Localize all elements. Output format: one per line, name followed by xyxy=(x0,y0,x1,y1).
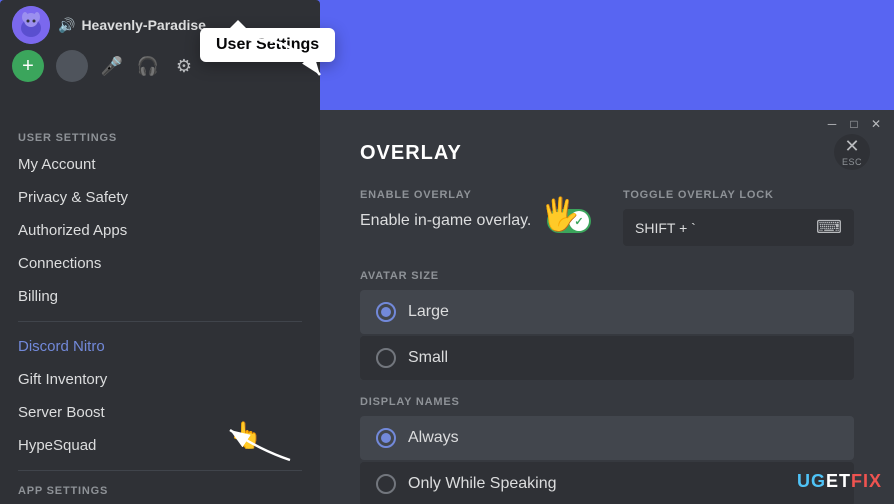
sidebar-label-hypesquad: HypeSquad xyxy=(18,437,96,454)
watermark: UGETFIX xyxy=(797,471,882,492)
enable-overlay-group: ENABLE OVERLAY Enable in-game overlay. ✓ xyxy=(360,189,591,246)
sidebar-label-gift-inventory: Gift Inventory xyxy=(18,371,107,388)
close-window-button[interactable]: ✕ xyxy=(866,114,886,134)
sidebar-label-my-account: My Account xyxy=(18,156,96,173)
toggle-check-icon: ✓ xyxy=(574,215,583,228)
sidebar-item-my-account[interactable]: My Account xyxy=(8,148,312,181)
sidebar-label-authorized-apps: Authorized Apps xyxy=(18,222,127,239)
enable-overlay-row: ENABLE OVERLAY Enable in-game overlay. ✓… xyxy=(360,189,854,246)
microphone-icon[interactable]: 🎤 xyxy=(100,54,124,78)
avatar-image xyxy=(12,6,50,44)
arrow-annotation xyxy=(240,30,340,90)
radio-small-circle xyxy=(376,348,396,368)
avatar-small-label: Small xyxy=(408,349,448,367)
avatar xyxy=(12,6,50,44)
toggle-knob: ✓ xyxy=(569,211,589,231)
keybind-text: SHIFT + ` xyxy=(635,220,696,236)
display-names-label: DISPLAY NAMES xyxy=(360,396,854,408)
sidebar-divider-2 xyxy=(18,470,302,471)
sidebar-item-authorized-apps[interactable]: Authorized Apps xyxy=(8,214,312,247)
radio-speaking-circle xyxy=(376,474,396,494)
sidebar-label-connections: Connections xyxy=(18,255,101,272)
enable-overlay-label: ENABLE OVERLAY xyxy=(360,189,591,201)
toggle-lock-group: TOGGLE OVERLAY LOCK SHIFT + ` ⌨ xyxy=(623,189,854,246)
avatar-size-label: AVATAR SIZE xyxy=(360,270,854,282)
toggle-lock-label: TOGGLE OVERLAY LOCK xyxy=(623,189,854,201)
sidebar-item-discord-nitro[interactable]: Discord Nitro xyxy=(8,330,312,363)
arrow-annotation-2 xyxy=(220,420,300,470)
watermark-ug: UG xyxy=(797,471,826,491)
radio-large-dot xyxy=(381,307,391,317)
close-esc-button[interactable]: ✕ ESC xyxy=(834,134,870,170)
sidebar-label-server-boost: Server Boost xyxy=(18,404,105,421)
add-server-button[interactable]: + xyxy=(12,50,44,82)
close-x-icon: ✕ xyxy=(844,137,859,155)
sidebar-label-discord-nitro: Discord Nitro xyxy=(18,338,105,355)
avatar-large-option[interactable]: Large xyxy=(360,290,854,334)
page-title: OVERLAY xyxy=(360,142,854,165)
volume-icon: 🔊 xyxy=(58,17,75,34)
radio-always-circle xyxy=(376,428,396,448)
radio-large-circle xyxy=(376,302,396,322)
avatar-large-label: Large xyxy=(408,303,449,321)
sidebar-divider-1 xyxy=(18,321,302,322)
main-content: ─ □ ✕ ✕ ESC OVERLAY ENABLE OVERLAY Enabl… xyxy=(320,110,894,504)
display-always-option[interactable]: Always xyxy=(360,416,854,460)
minimize-button[interactable]: ─ xyxy=(822,114,842,134)
settings-gear-icon[interactable]: ⚙ xyxy=(172,54,196,78)
display-always-label: Always xyxy=(408,429,459,447)
display-speaking-option[interactable]: Only While Speaking xyxy=(360,462,854,504)
keybind-box[interactable]: SHIFT + ` ⌨ xyxy=(623,209,854,246)
radio-always-dot xyxy=(381,433,391,443)
watermark-fix: FIX xyxy=(851,471,882,491)
headset-icon[interactable]: 🎧 xyxy=(136,54,160,78)
maximize-button[interactable]: □ xyxy=(844,114,864,134)
toggle-row: Enable in-game overlay. ✓ xyxy=(360,209,591,233)
user-settings-section-label: USER SETTINGS xyxy=(8,126,312,148)
overlay-toggle[interactable]: ✓ xyxy=(547,209,591,233)
settings-panel: USER SETTINGS My Account Privacy & Safet… xyxy=(0,110,894,504)
username: Heavenly-Paradise xyxy=(81,17,206,33)
esc-label: ESC xyxy=(842,157,862,167)
sidebar-item-privacy-safety[interactable]: Privacy & Safety xyxy=(8,181,312,214)
app-settings-section-label: APP SETTINGS xyxy=(8,479,312,501)
sidebar-item-billing[interactable]: Billing xyxy=(8,280,312,313)
sidebar-label-billing: Billing xyxy=(18,288,58,305)
user-avatar-small xyxy=(56,50,88,82)
enable-ingame-label: Enable in-game overlay. xyxy=(360,212,531,230)
avatar-small-option[interactable]: Small xyxy=(360,336,854,380)
sidebar-item-connections[interactable]: Connections xyxy=(8,247,312,280)
display-speaking-label: Only While Speaking xyxy=(408,475,557,493)
watermark-et: ET xyxy=(826,471,851,491)
keyboard-icon: ⌨ xyxy=(816,217,842,238)
sidebar-label-privacy-safety: Privacy & Safety xyxy=(18,189,128,206)
sidebar-item-gift-inventory[interactable]: Gift Inventory xyxy=(8,363,312,396)
